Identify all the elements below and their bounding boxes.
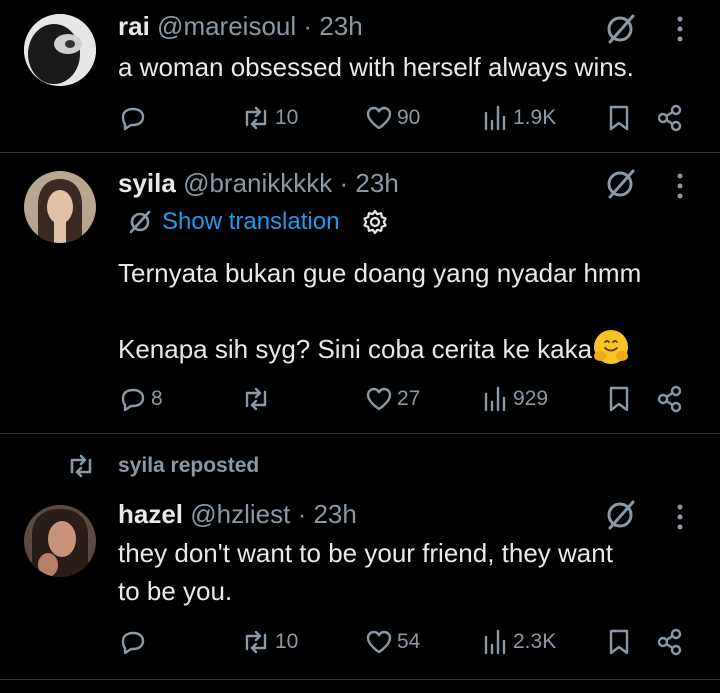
translate-icon (129, 210, 151, 234)
repost-context[interactable]: syila reposted (64, 452, 259, 480)
author-name[interactable]: syila (118, 168, 176, 198)
like-count: 54 (397, 630, 421, 653)
reply-button[interactable] (118, 100, 151, 136)
views-icon (484, 386, 506, 412)
hugging-face-emoji (594, 330, 629, 364)
author-handle[interactable]: @hzliest (190, 499, 290, 529)
views-button[interactable]: 2.3K (482, 624, 556, 660)
post-time[interactable]: · 23h (298, 499, 357, 529)
post-rai[interactable]: rai @mareisoul · 23h a woman obsessed wi… (0, 0, 720, 152)
view-count: 1.9K (513, 106, 557, 129)
reply-icon (121, 388, 145, 412)
post-text-line-2: Kenapa sih syg? Sini coba cerita ke kaka (118, 334, 593, 364)
post-text-line-1: they don't want to be your friend, they … (118, 538, 613, 568)
views-button[interactable]: 929 (482, 381, 548, 417)
more-icon[interactable] (670, 12, 690, 46)
share-icon (657, 628, 682, 656)
like-button[interactable]: 90 (364, 100, 420, 136)
show-translation-link[interactable]: Show translation (126, 208, 389, 236)
reply-icon (121, 631, 145, 655)
repost-icon (245, 106, 267, 130)
view-count: 2.3K (513, 630, 557, 653)
post-time[interactable]: · 23h (303, 11, 362, 41)
gear-icon[interactable] (361, 208, 389, 236)
repost-count: 10 (275, 630, 299, 653)
like-button[interactable]: 27 (364, 381, 420, 417)
bookmark-icon (609, 629, 629, 655)
repost-button[interactable]: 10 (240, 100, 298, 136)
bookmark-icon (609, 386, 629, 412)
post-text-line-2: to be you. (118, 576, 233, 606)
repost-count: 10 (275, 106, 299, 129)
avatar[interactable] (24, 505, 96, 577)
author-name[interactable]: hazel (118, 499, 183, 529)
share-icon (657, 104, 682, 132)
like-icon (366, 106, 392, 130)
post-actions: 10 90 1.9K (0, 100, 720, 136)
author-handle[interactable]: @mareisoul (157, 11, 296, 41)
more-icon[interactable] (670, 500, 690, 534)
bookmark-icon (609, 105, 629, 131)
author-name[interactable]: rai (118, 11, 150, 41)
post-time[interactable]: · 23h (340, 168, 399, 198)
like-button[interactable]: 54 (364, 624, 420, 660)
view-count: 929 (513, 387, 549, 410)
post-actions: 8 27 929 (0, 381, 720, 417)
author-handle[interactable]: @branikkkkk (183, 168, 332, 198)
reply-icon (121, 107, 145, 131)
repost-button[interactable]: 10 (240, 624, 298, 660)
post-actions: 10 54 2.3K (0, 624, 720, 660)
post-text-line-2-wrap: Kenapa sih syg? Sini coba cerita ke kaka (118, 330, 629, 368)
like-count: 27 (397, 387, 421, 410)
post-text: a woman obsessed with herself always win… (118, 52, 634, 82)
share-icon (657, 385, 682, 413)
bookmark-button[interactable] (606, 100, 632, 136)
avatar[interactable] (24, 14, 96, 86)
share-button[interactable] (656, 100, 684, 136)
divider (0, 433, 720, 434)
bookmark-button[interactable] (606, 624, 632, 660)
reply-button[interactable] (118, 624, 151, 660)
grok-icon[interactable] (603, 12, 637, 46)
grok-icon[interactable] (603, 498, 637, 532)
share-button[interactable] (656, 624, 684, 660)
repost-icon (70, 454, 92, 478)
like-icon (366, 630, 392, 654)
show-translation-label[interactable]: Show translation (162, 208, 339, 236)
views-button[interactable]: 1.9K (482, 100, 556, 136)
repost-button[interactable] (240, 381, 275, 417)
repost-icon (245, 387, 267, 411)
reply-button[interactable]: 8 (118, 381, 163, 417)
repost-icon (245, 630, 267, 654)
post-text-line-1: Ternyata bukan gue doang yang nyadar hmm (118, 258, 642, 288)
bookmark-button[interactable] (606, 381, 632, 417)
reposted-by-label[interactable]: syila reposted (118, 454, 259, 478)
divider (0, 679, 720, 680)
share-button[interactable] (656, 381, 684, 417)
grok-icon[interactable] (603, 167, 637, 201)
reply-count: 8 (151, 387, 163, 410)
views-icon (484, 105, 506, 131)
more-icon[interactable] (670, 169, 690, 203)
views-icon (484, 629, 506, 655)
like-count: 90 (397, 106, 421, 129)
like-icon (366, 387, 392, 411)
avatar[interactable] (24, 171, 96, 243)
